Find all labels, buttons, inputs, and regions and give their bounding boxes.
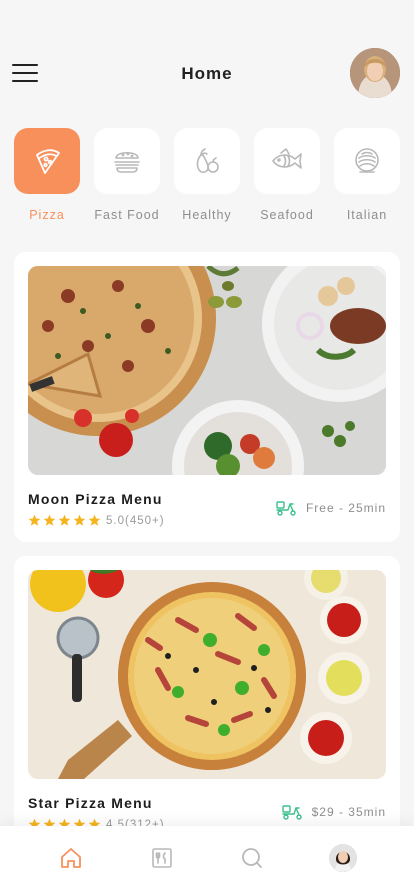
category-pizza[interactable]: Pizza <box>14 128 80 228</box>
category-italian[interactable]: Italian <box>334 128 400 228</box>
star-icon <box>73 514 86 526</box>
pizza-icon <box>36 149 60 174</box>
category-fast-food[interactable]: Fast Food <box>94 128 160 228</box>
category-seafood[interactable]: Seafood <box>254 128 320 228</box>
vegetables-icon <box>196 148 219 173</box>
food-photo <box>28 570 386 779</box>
nav-search[interactable] <box>227 836 277 880</box>
delivery-info: Free - 25min <box>276 500 386 516</box>
star-icon <box>88 514 101 526</box>
category-label: Pizza <box>29 208 65 222</box>
restaurant-menu-icon <box>151 848 172 868</box>
category-list: Pizza Fast Food Healthy Seafood Italian <box>14 128 414 228</box>
rating-value: 5.0(450+) <box>106 514 165 527</box>
scooter-icon <box>276 501 296 516</box>
rating: 5.0(450+) <box>28 514 165 527</box>
star-icon <box>28 514 41 526</box>
bottom-nav <box>0 826 414 896</box>
delivery-info: $29 - 35min <box>281 804 386 820</box>
nav-home[interactable] <box>46 836 96 880</box>
category-healthy[interactable]: Healthy <box>174 128 240 228</box>
category-tile[interactable] <box>94 128 160 194</box>
user-avatar[interactable] <box>350 48 400 98</box>
star-icon <box>58 514 71 526</box>
food-photo <box>28 266 386 475</box>
category-label: Healthy <box>182 208 232 222</box>
restaurant-card[interactable]: Star Pizza Menu 4.5(312+) $29 - 35min <box>14 556 400 846</box>
category-tile[interactable] <box>334 128 400 194</box>
category-label: Fast Food <box>94 208 160 222</box>
burger-icon <box>114 151 140 173</box>
home-icon <box>61 848 82 868</box>
delivery-text: Free - 25min <box>305 501 386 515</box>
category-tile[interactable] <box>174 128 240 194</box>
scooter-icon <box>281 805 302 820</box>
category-label: Seafood <box>260 208 314 222</box>
nav-profile[interactable] <box>318 836 368 880</box>
restaurant-name: Star Pizza Menu <box>28 795 153 811</box>
search-icon <box>242 848 263 868</box>
fish-icon <box>272 148 302 169</box>
header: Home <box>0 44 414 102</box>
category-tile[interactable] <box>254 128 320 194</box>
restaurant-name: Moon Pizza Menu <box>28 491 163 507</box>
restaurant-card[interactable]: Moon Pizza Menu 5.0(450+) Free - 25min <box>14 252 400 542</box>
nav-menu[interactable] <box>137 836 187 880</box>
star-icon <box>43 514 56 526</box>
pasta-icon <box>355 148 379 173</box>
category-tile[interactable] <box>14 128 80 194</box>
category-label: Italian <box>346 208 388 222</box>
delivery-text: $29 - 35min <box>311 805 386 819</box>
profile-avatar <box>328 844 357 872</box>
